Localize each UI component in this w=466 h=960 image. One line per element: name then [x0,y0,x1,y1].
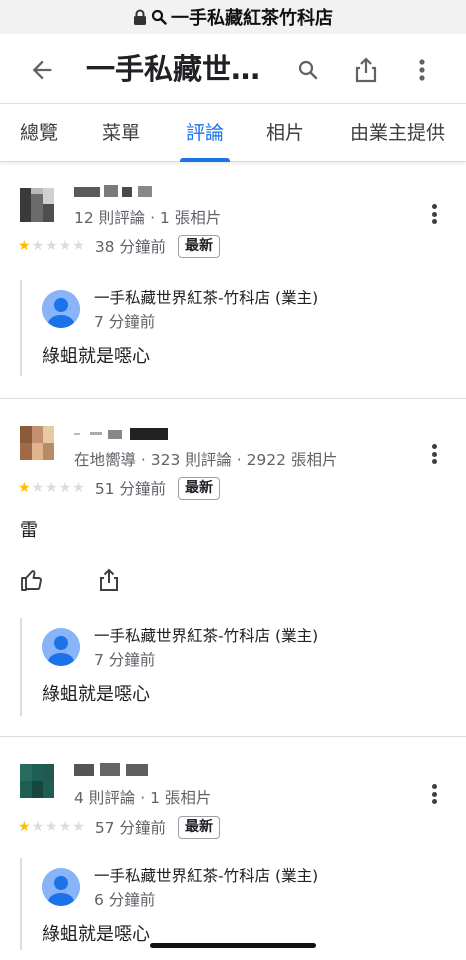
back-arrow-icon[interactable] [28,56,56,84]
star-rating: ★ ★ ★ ★ ★ [18,239,85,253]
review-time: 38 分鐘前 [94,238,166,256]
reviewer-avatar[interactable] [20,188,54,222]
owner-reply-time: 6 分鐘前 [94,891,156,909]
star-icon: ★ [72,238,85,254]
more-vert-icon[interactable] [424,442,444,466]
tab-owner-provided[interactable]: 由業主提供 [350,104,445,162]
reviewer-meta: 在地嚮導 · 323 則評論 · 2922 張相片 [74,451,338,469]
review-card: 12 則評論 · 1 張相片 ★ ★ ★ ★ ★ 38 分鐘前 最新 一手私藏世… [0,170,466,398]
owner-reply: 一手私藏世界紅茶-竹科店 (業主) 7 分鐘前 綠蛆就是噁心 [20,618,450,716]
lock-icon [133,9,147,25]
star-icon: ★ [31,480,45,496]
app-header: 一手私藏世… [0,34,466,104]
newest-badge: 最新 [177,234,220,258]
divider [0,736,466,737]
active-tab-indicator [180,158,231,162]
owner-reply-text: 綠蛆就是噁心 [42,346,150,367]
reviewer-meta: 12 則評論 · 1 張相片 [74,209,222,227]
share-icon[interactable] [352,56,380,84]
search-icon [151,9,167,25]
search-icon[interactable] [294,56,322,84]
reviewer-name-blurred[interactable] [74,426,170,440]
star-icon: ★ [58,480,72,496]
star-icon: ★ [18,238,31,254]
avatar-icon [42,868,80,906]
owner-name: 一手私藏世界紅茶-竹科店 (業主) [94,867,319,885]
share-icon[interactable] [98,568,124,594]
star-rating: ★ ★ ★ ★ ★ [18,820,85,834]
owner-reply: 一手私藏世界紅茶-竹科店 (業主) 7 分鐘前 綠蛆就是噁心 [20,280,450,376]
divider [0,398,466,399]
thumb-up-icon[interactable] [20,568,46,594]
review-card: 4 則評論 · 1 張相片 ★ ★ ★ ★ ★ 57 分鐘前 最新 一手私藏世界… [0,744,466,954]
newest-badge: 最新 [177,815,220,839]
owner-reply: 一手私藏世界紅茶-竹科店 (業主) 6 分鐘前 綠蛆就是噁心 [20,858,450,950]
tab-label: 由業主提供 [350,122,446,144]
page-title: 一手私藏世… [86,52,261,86]
avatar-icon [42,290,80,328]
owner-name: 一手私藏世界紅茶-竹科店 (業主) [94,289,319,307]
star-icon: ★ [58,238,72,254]
reviewer-name-blurred[interactable] [74,762,150,776]
reviewer-meta: 4 則評論 · 1 張相片 [74,789,212,807]
star-icon: ★ [58,819,72,835]
owner-reply-time: 7 分鐘前 [94,651,156,669]
star-icon: ★ [72,480,85,496]
url-text: 一手私藏紅茶竹科店 [171,8,333,29]
more-vert-icon[interactable] [408,56,436,84]
star-icon: ★ [31,238,45,254]
newest-badge: 最新 [177,476,220,500]
review-time: 51 分鐘前 [94,480,166,498]
star-icon: ★ [18,480,31,496]
tab-bar: 總覽 菜單 評論 相片 由業主提供 [0,104,466,162]
reviewer-avatar[interactable] [20,426,54,460]
tab-label: 總覽 [20,122,59,144]
review-actions [20,568,140,594]
home-indicator[interactable] [150,943,316,948]
reviewer-avatar[interactable] [20,764,54,798]
star-icon: ★ [31,819,45,835]
tab-reviews[interactable]: 評論 [180,104,231,162]
owner-reply-text: 綠蛆就是噁心 [42,924,150,945]
owner-reply-text: 綠蛆就是噁心 [42,684,150,705]
star-rating: ★ ★ ★ ★ ★ [18,481,85,495]
rating-row: ★ ★ ★ ★ ★ 38 分鐘前 最新 [18,234,220,258]
more-vert-icon[interactable] [424,782,444,806]
tab-menu[interactable]: 菜單 [102,104,140,162]
owner-reply-time: 7 分鐘前 [94,313,156,331]
tab-label: 相片 [266,122,305,144]
star-icon: ★ [18,819,31,835]
owner-name: 一手私藏世界紅茶-竹科店 (業主) [94,627,319,645]
star-icon: ★ [45,238,58,254]
tab-photos[interactable]: 相片 [266,104,304,162]
avatar-icon [42,628,80,666]
browser-url-bar[interactable]: 一手私藏紅茶竹科店 [0,0,466,34]
star-icon: ★ [45,819,58,835]
star-icon: ★ [45,480,58,496]
more-vert-icon[interactable] [424,202,444,226]
tab-label: 菜單 [102,122,141,144]
star-icon: ★ [72,819,85,835]
tab-label: 評論 [186,122,225,144]
review-time: 57 分鐘前 [94,819,166,837]
review-text: 雷 [20,520,38,541]
reviewer-name-blurred[interactable] [74,184,156,198]
rating-row: ★ ★ ★ ★ ★ 51 分鐘前 最新 [18,476,220,500]
rating-row: ★ ★ ★ ★ ★ 57 分鐘前 最新 [18,815,220,839]
review-card: 在地嚮導 · 323 則評論 · 2922 張相片 ★ ★ ★ ★ ★ 51 分… [0,406,466,736]
tab-overview[interactable]: 總覽 [20,104,58,162]
